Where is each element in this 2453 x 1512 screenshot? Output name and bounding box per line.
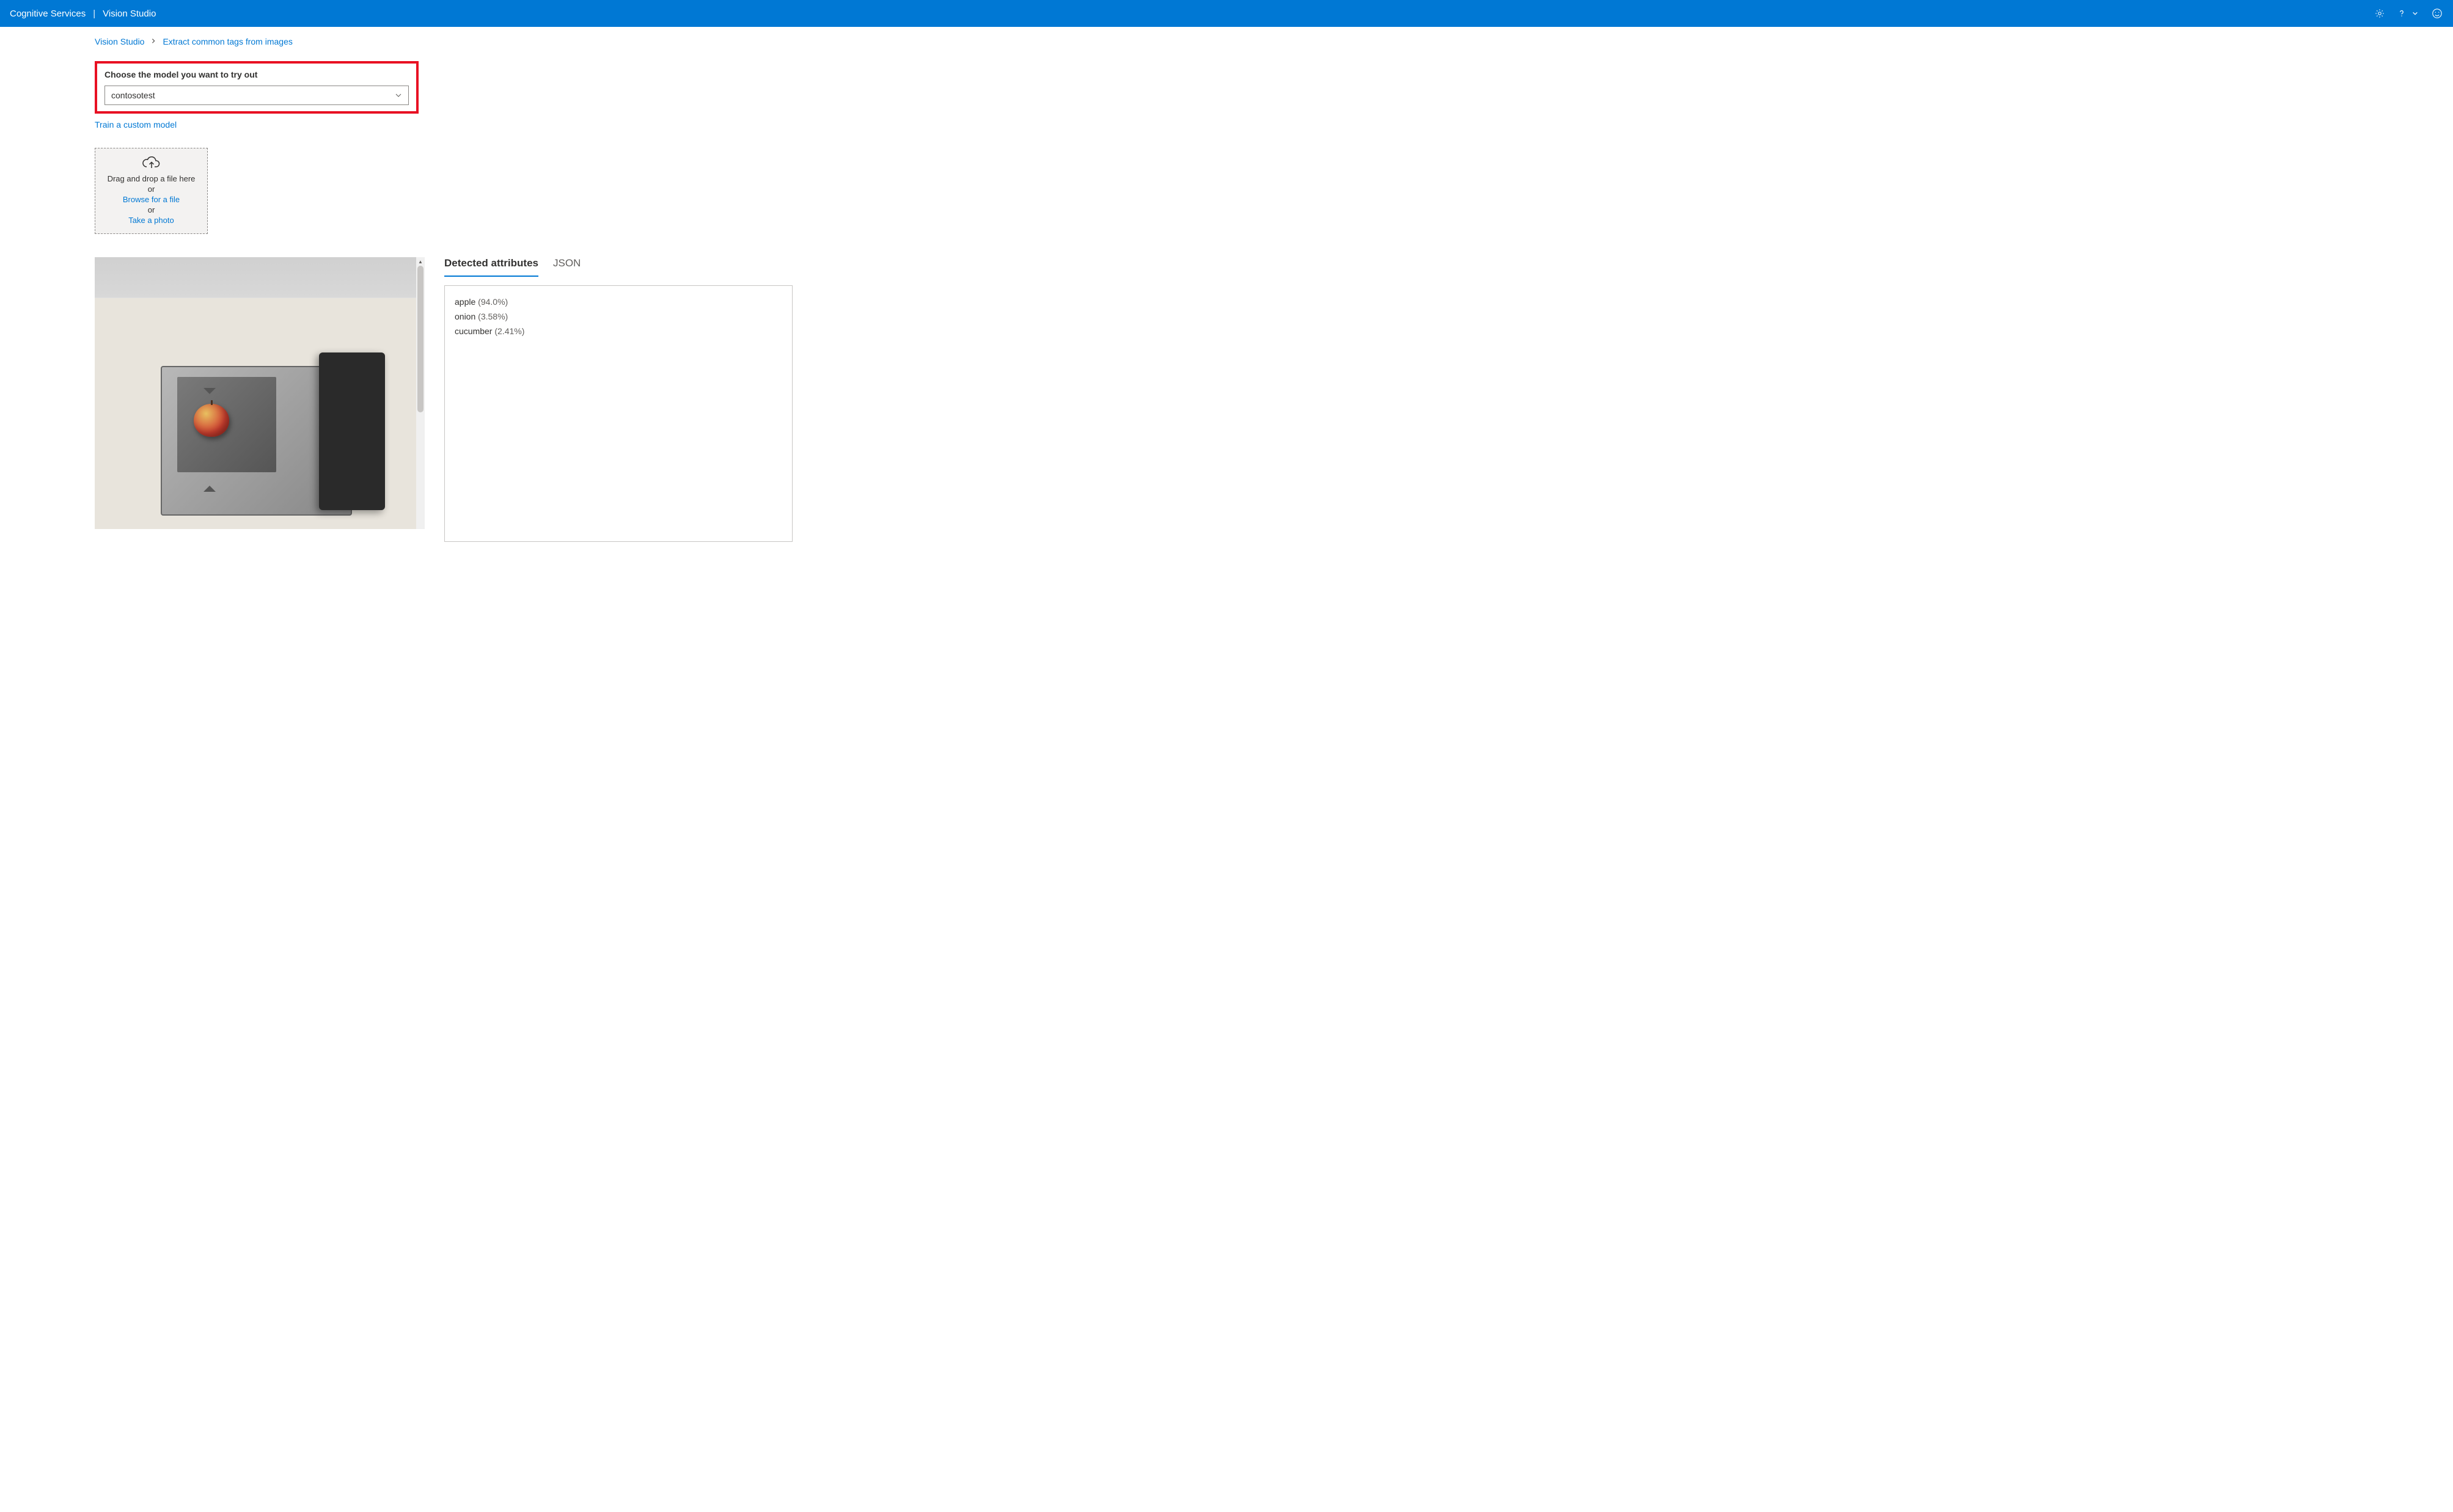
- tab-detected-attributes[interactable]: Detected attributes: [444, 257, 538, 277]
- result-item: onion (3.58%): [455, 312, 782, 321]
- settings-icon[interactable]: [2374, 7, 2386, 20]
- result-item: cucumber (2.41%): [455, 326, 782, 336]
- breadcrumb: Vision Studio Extract common tags from i…: [95, 37, 2453, 46]
- help-dropdown[interactable]: [2396, 7, 2421, 20]
- header-divider: |: [93, 9, 95, 19]
- scroll-up-arrow-icon[interactable]: ▲: [416, 257, 425, 266]
- app-header: Cognitive Services | Vision Studio: [0, 0, 2453, 27]
- take-photo-link[interactable]: Take a photo: [101, 216, 201, 225]
- main-content: Vision Studio Extract common tags from i…: [0, 27, 2453, 542]
- result-confidence: (3.58%): [478, 312, 508, 321]
- train-custom-model-link[interactable]: Train a custom model: [95, 120, 177, 130]
- result-confidence: (2.41%): [494, 326, 524, 336]
- help-icon: [2396, 7, 2408, 20]
- file-dropzone[interactable]: Drag and drop a file here or Browse for …: [95, 148, 208, 234]
- model-selector-highlight: Choose the model you want to try out con…: [95, 61, 419, 114]
- browse-file-link[interactable]: Browse for a file: [101, 195, 201, 204]
- analysis-area: ▲ Detected attributes JSON apple (94.0%)…: [95, 257, 2453, 542]
- upload-icon: [101, 156, 201, 170]
- breadcrumb-current[interactable]: Extract common tags from images: [163, 37, 292, 46]
- scrollbar-track[interactable]: ▲: [416, 257, 425, 529]
- dropzone-text-or2: or: [101, 205, 201, 214]
- results-panel: Detected attributes JSON apple (94.0%) o…: [444, 257, 793, 542]
- tab-json[interactable]: JSON: [553, 257, 581, 277]
- breadcrumb-root[interactable]: Vision Studio: [95, 37, 144, 46]
- service-name: Cognitive Services: [10, 9, 86, 19]
- uploaded-image: [95, 257, 425, 529]
- dropzone-text-drag: Drag and drop a file here: [101, 174, 201, 183]
- results-tabs: Detected attributes JSON: [444, 257, 793, 277]
- result-label: cucumber: [455, 326, 492, 336]
- chevron-right-icon: [150, 37, 156, 46]
- chevron-down-icon: [2409, 7, 2421, 20]
- dropzone-text-or1: or: [101, 184, 201, 194]
- header-actions: [2374, 7, 2443, 20]
- image-preview-panel: ▲: [95, 257, 425, 529]
- feedback-icon[interactable]: [2431, 7, 2443, 20]
- result-label: onion: [455, 312, 475, 321]
- results-box: apple (94.0%) onion (3.58%) cucumber (2.…: [444, 285, 793, 542]
- model-select-dropdown[interactable]: contosotest: [105, 86, 409, 105]
- scrollbar-thumb[interactable]: [417, 266, 424, 412]
- model-selected-value: contosotest: [111, 90, 155, 100]
- header-title-group: Cognitive Services | Vision Studio: [10, 9, 156, 19]
- studio-name: Vision Studio: [103, 9, 156, 19]
- model-selector-label: Choose the model you want to try out: [105, 70, 409, 79]
- result-item: apple (94.0%): [455, 297, 782, 307]
- result-confidence: (94.0%): [478, 297, 508, 307]
- result-label: apple: [455, 297, 475, 307]
- chevron-down-icon: [395, 92, 402, 99]
